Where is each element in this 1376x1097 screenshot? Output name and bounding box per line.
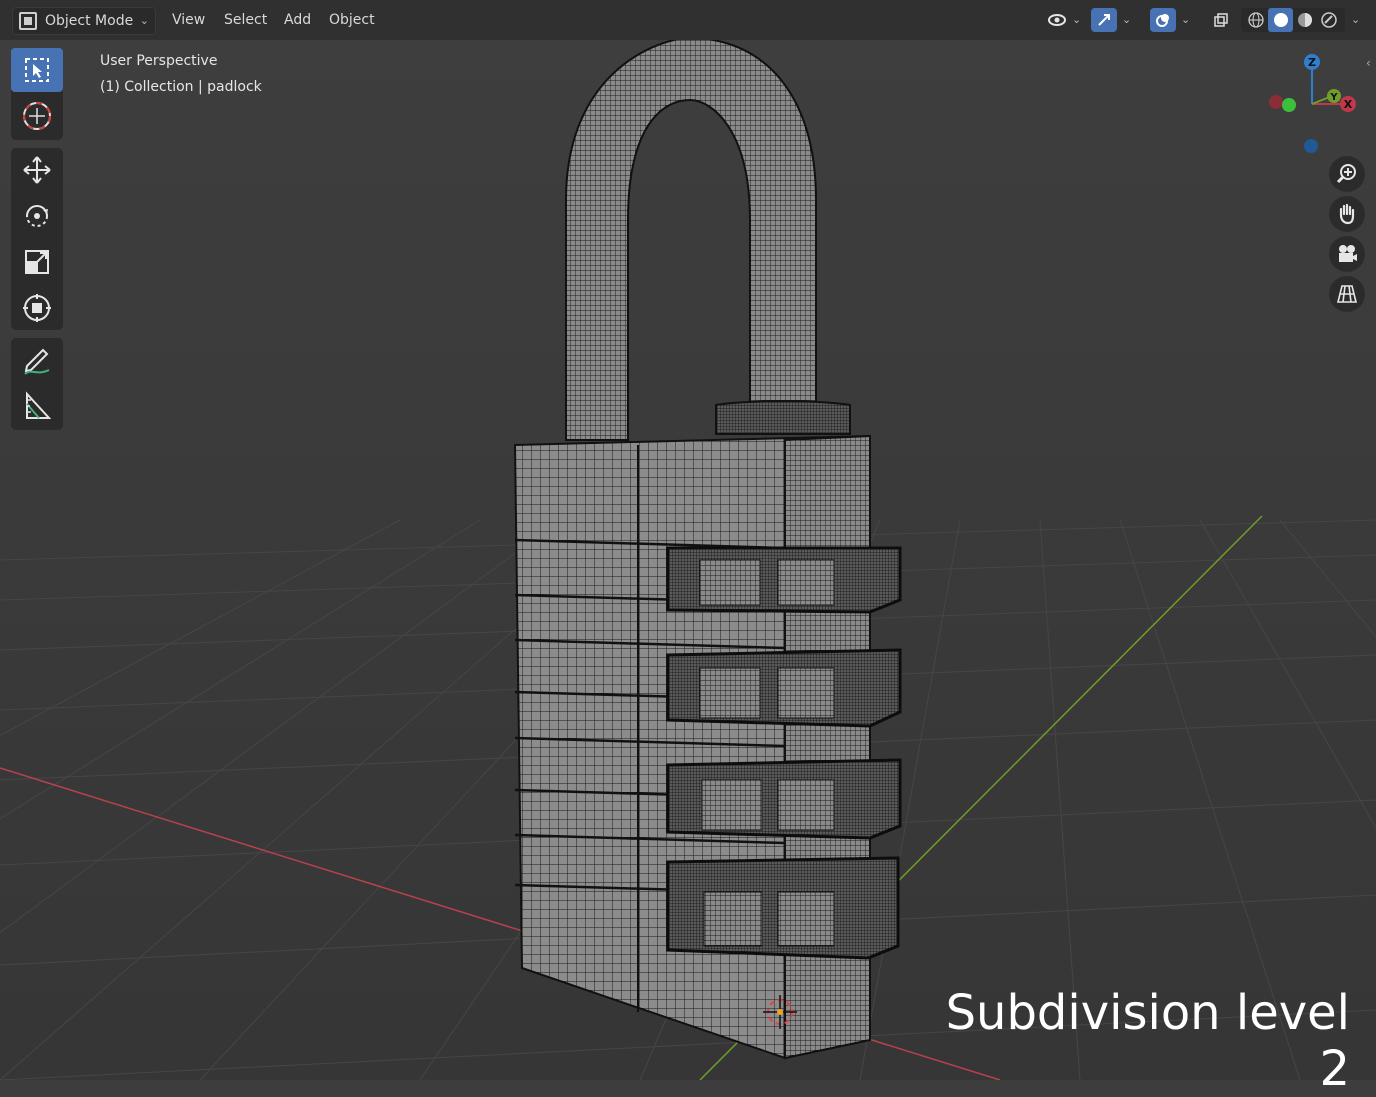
select-box-icon[interactable] (11, 48, 63, 92)
menu-add[interactable]: Add (276, 7, 319, 33)
mode-label: Object Mode (45, 13, 134, 29)
object-mode-icon (19, 12, 37, 30)
toolbar-select-group (11, 48, 63, 140)
viewport-canvas (0, 0, 1376, 1080)
overlay-toggle-icon[interactable] (1150, 8, 1176, 32)
menu-object[interactable]: Object (321, 7, 383, 33)
caption-text: Subdivision level 2 (945, 985, 1350, 1097)
rendered-shading-icon[interactable] (1317, 9, 1341, 31)
toolbar-transform-group (11, 148, 63, 330)
wireframe-shading-icon[interactable] (1244, 9, 1268, 31)
xray-toggle-icon[interactable] (1208, 8, 1234, 32)
gizmo-y-label: Y (1329, 92, 1338, 103)
collection-label: (1) Collection | padlock (100, 79, 262, 95)
measure-icon[interactable] (11, 384, 63, 428)
solid-shading-icon[interactable] (1268, 8, 1293, 32)
chevron-down-icon[interactable]: ⌄ (1072, 8, 1081, 32)
menu-select[interactable]: Select (216, 7, 275, 33)
view-perspective-label: User Perspective (100, 53, 218, 69)
mode-select[interactable]: Object Mode ⌄ (12, 7, 156, 35)
zoom-icon[interactable] (1329, 156, 1365, 192)
viewport-header: Object Mode ⌄ View Select Add Object ⌄ ⌄… (0, 0, 1376, 40)
menu-view[interactable]: View (164, 7, 213, 33)
sidebar-toggle-icon[interactable]: ‹ (1366, 56, 1376, 76)
annotate-icon[interactable] (11, 338, 63, 382)
gizmo-z-label: Z (1308, 56, 1316, 69)
toolbar-annotate-group (11, 338, 63, 430)
gizmo-toggle-icon[interactable] (1091, 8, 1117, 32)
cursor-icon[interactable] (11, 94, 63, 138)
material-preview-icon[interactable] (1293, 9, 1317, 31)
chevron-down-icon[interactable]: ⌄ (1122, 8, 1131, 32)
chevron-down-icon: ⌄ (139, 14, 149, 27)
3d-viewport[interactable] (0, 0, 1376, 1080)
navigation-gizmo[interactable]: Z Y X (1262, 46, 1366, 156)
visibility-icon[interactable] (1044, 8, 1072, 32)
gizmo-x-label: X (1344, 98, 1353, 111)
transform-icon[interactable] (11, 286, 63, 330)
rotate-icon[interactable] (11, 194, 63, 238)
camera-icon[interactable] (1329, 236, 1365, 272)
ortho-grid-icon[interactable] (1329, 276, 1365, 312)
chevron-down-icon[interactable]: ⌄ (1351, 8, 1360, 32)
pan-hand-icon[interactable] (1329, 196, 1365, 232)
shading-mode-group (1241, 8, 1345, 32)
chevron-down-icon[interactable]: ⌄ (1181, 8, 1190, 32)
move-icon[interactable] (11, 148, 63, 192)
viewport-info: User Perspective (1) Collection | padloc… (100, 48, 262, 100)
scale-icon[interactable] (11, 240, 63, 284)
